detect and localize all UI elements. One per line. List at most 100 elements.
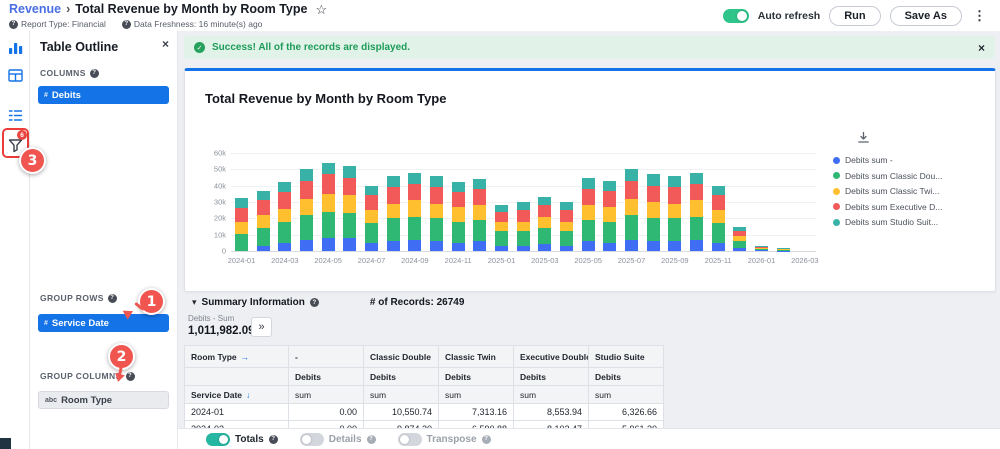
main-content: Success! All of the records are displaye… xyxy=(178,31,1000,449)
legend-label: Debits sum - xyxy=(845,155,893,165)
corner-widget[interactable] xyxy=(0,438,11,449)
bar-segment xyxy=(387,204,400,219)
table-corner-room-type[interactable]: Room Type→ xyxy=(185,346,289,368)
x-axis-tick-label: 2024-05 xyxy=(314,256,342,265)
x-axis-tick-label: 2025-09 xyxy=(661,256,689,265)
banner-close-button[interactable]: × xyxy=(978,41,985,55)
bar-segment xyxy=(538,205,551,216)
expand-metrics-button[interactable]: » xyxy=(251,317,272,337)
bar-segment xyxy=(430,218,443,241)
bar-segment xyxy=(365,210,378,223)
group-rows-label-text: GROUP ROWS xyxy=(40,293,104,303)
favorite-star-icon[interactable]: ☆ xyxy=(315,3,327,17)
group-row-chip-service-date[interactable]: # Service Date xyxy=(38,314,169,332)
x-axis-tick-label: 2026-01 xyxy=(748,256,776,265)
table-view-button[interactable] xyxy=(4,64,26,86)
column-header[interactable]: Executive Double xyxy=(514,346,589,368)
bar-segment xyxy=(343,166,356,177)
chip-label: Debits xyxy=(52,90,81,101)
toggle-knob xyxy=(737,11,747,21)
metric-label: Debits - Sum xyxy=(188,314,255,323)
bar-segment xyxy=(408,184,421,200)
bar-segment xyxy=(712,186,725,196)
more-options-button[interactable]: ⋮ xyxy=(971,8,988,24)
measure-header: Debits xyxy=(514,368,589,386)
help-icon xyxy=(122,20,131,29)
aggregation-header: sum xyxy=(364,386,439,404)
bar-segment xyxy=(495,205,508,212)
y-axis-tick-label: 30k xyxy=(214,198,226,207)
column-header[interactable]: Classic Twin xyxy=(439,346,514,368)
transpose-toggle[interactable] xyxy=(398,433,422,446)
legend-item[interactable]: Debits sum Classic Dou... xyxy=(833,171,942,181)
download-icon xyxy=(857,131,870,144)
bar-segment xyxy=(625,181,638,199)
bar-segment xyxy=(473,189,486,205)
outline-list-button[interactable] xyxy=(4,104,26,126)
group-column-chip-room-type[interactable]: abc Room Type xyxy=(38,391,169,409)
bar-segment xyxy=(257,228,270,246)
bar-segment xyxy=(452,182,465,192)
bar-segment xyxy=(690,200,703,216)
success-text: Success! All of the records are displaye… xyxy=(212,42,410,53)
success-check-icon xyxy=(194,42,205,53)
bar-segment xyxy=(603,207,616,222)
bar-segment xyxy=(430,187,443,203)
column-header[interactable]: Studio Suite xyxy=(589,346,664,368)
download-chart-button[interactable] xyxy=(857,131,870,149)
legend-item[interactable]: Debits sum Studio Suit... xyxy=(833,217,942,227)
bar-segment xyxy=(235,222,248,234)
bar-segment xyxy=(582,241,595,251)
bar-segment xyxy=(755,249,768,251)
table-row: 2024-010.0010,550.747,313.168,553.946,32… xyxy=(185,404,664,421)
y-axis-tick-label: 60k xyxy=(214,149,226,158)
aggregation-header: sum xyxy=(514,386,589,404)
column-chip-debits[interactable]: # Debits xyxy=(38,86,169,104)
bar-segment xyxy=(625,199,638,215)
totals-toggle[interactable] xyxy=(206,433,230,446)
column-header[interactable]: Classic Double xyxy=(364,346,439,368)
bar-segment xyxy=(777,250,790,251)
header-actions: Auto refresh Run Save As ⋮ xyxy=(723,0,1000,31)
help-icon xyxy=(108,294,117,303)
column-header[interactable]: - xyxy=(289,346,364,368)
charts-view-button[interactable] xyxy=(4,36,26,58)
bar-segment xyxy=(712,195,725,210)
details-toggle[interactable] xyxy=(300,433,324,446)
row-dimension-header[interactable]: Service Date↓ xyxy=(185,386,289,404)
legend-dot-icon xyxy=(833,172,840,179)
panel-close-button[interactable]: × xyxy=(162,37,169,51)
bar-segment xyxy=(733,248,746,251)
gridline xyxy=(231,153,816,154)
columns-label-text: COLUMNS xyxy=(40,68,86,78)
totals-label: Totals xyxy=(235,434,264,445)
breadcrumb-revenue-link[interactable]: Revenue xyxy=(9,3,61,17)
run-button[interactable]: Run xyxy=(829,6,880,26)
bar-segment xyxy=(560,222,573,232)
y-axis-tick-label: 10k xyxy=(214,230,226,239)
bar-segment xyxy=(235,234,248,251)
legend-item[interactable]: Debits sum - xyxy=(833,155,942,165)
auto-refresh-label: Auto refresh xyxy=(758,10,820,22)
sort-descending-icon[interactable]: ↓ xyxy=(246,390,250,400)
bar-segment xyxy=(430,176,443,187)
bar-segment xyxy=(647,186,660,202)
bar-segment xyxy=(235,208,248,222)
table-row: Room Type→-Classic DoubleClassic TwinExe… xyxy=(185,346,664,368)
legend-item[interactable]: Debits sum Classic Twi... xyxy=(833,186,942,196)
row-label-cell: 2024-01 xyxy=(185,404,289,421)
app-window: Revenue › Total Revenue by Month by Room… xyxy=(0,0,1000,449)
help-icon xyxy=(367,435,376,444)
gridline xyxy=(231,251,816,252)
bar-segment xyxy=(430,241,443,251)
breadcrumb-separator-icon: › xyxy=(66,3,70,17)
bar-segment xyxy=(495,222,508,232)
legend-item[interactable]: Debits sum Executive D... xyxy=(833,202,942,212)
bar-segment xyxy=(647,241,660,251)
bar-segment xyxy=(560,210,573,221)
legend-label: Debits sum Classic Twi... xyxy=(845,186,939,196)
auto-refresh-toggle[interactable] xyxy=(723,9,749,23)
bar-segment xyxy=(322,238,335,251)
save-as-button[interactable]: Save As xyxy=(890,6,962,26)
collapse-caret-icon[interactable]: ▾ xyxy=(192,297,197,308)
